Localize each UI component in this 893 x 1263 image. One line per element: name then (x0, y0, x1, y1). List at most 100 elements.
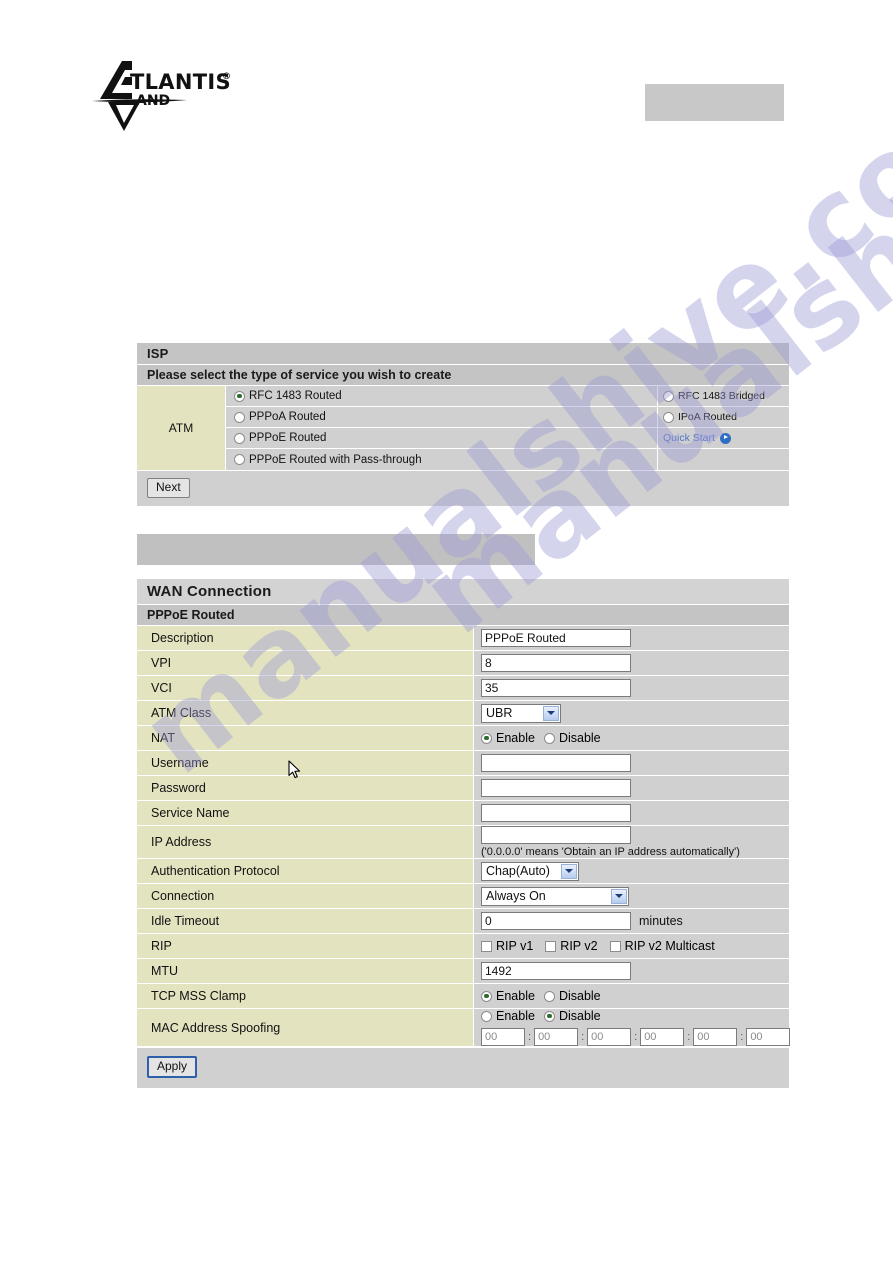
isp-panel-subtitle: Please select the type of service you wi… (137, 365, 789, 386)
svg-text:TLANTIS: TLANTIS (130, 70, 231, 94)
isp-panel: ISP Please select the type of service yo… (137, 343, 789, 506)
radio-tcp-mss-clamp-enable[interactable] (481, 990, 492, 1002)
value-nat: Enable Disable (474, 726, 789, 750)
wan-panel-footer: Apply (137, 1047, 789, 1088)
row-mtu: MTU 1492 (137, 959, 789, 984)
checkbox-rip-v2-multicast[interactable] (609, 940, 621, 952)
connection-select[interactable]: Always On (481, 886, 629, 906)
isp-option-rfc1483-routed[interactable]: RFC 1483 Routed (226, 386, 657, 407)
mac-octet-1[interactable]: 00 (481, 1028, 525, 1046)
mac-octet-fields: 00 : 00 : 00 : 00 : 00 : 00 (481, 1028, 791, 1046)
rip-v1-option[interactable]: RIP v1 (481, 939, 533, 953)
isp-option-pppoa-routed[interactable]: PPPoA Routed (226, 407, 657, 428)
atm-class-select[interactable]: UBR (481, 703, 561, 723)
label-idle-timeout: Idle Timeout (137, 909, 474, 933)
label-nat: NAT (137, 726, 474, 750)
isp-option-ipoa-routed[interactable]: IPoA Routed (658, 407, 789, 428)
vpi-input[interactable]: 8 (481, 654, 631, 672)
radio-mac-spoofing-disable[interactable] (543, 1010, 555, 1022)
quick-start-label: Quick Start (663, 432, 715, 444)
checkbox-rip-v2[interactable] (545, 940, 557, 952)
label-description: Description (137, 626, 474, 650)
nat-disable-option[interactable]: Disable (543, 731, 601, 745)
isp-options-columns: RFC 1483 Routed PPPoA Routed PPPoE Route… (226, 386, 789, 470)
row-password: Password (137, 776, 789, 801)
mac-octet-4[interactable]: 00 (640, 1028, 685, 1046)
quick-start-row[interactable]: Quick Start (658, 428, 789, 449)
isp-option-pppoe-routed[interactable]: PPPoE Routed (226, 428, 657, 449)
value-auth-protocol: Chap(Auto) (474, 859, 789, 883)
radio-ipoa-routed[interactable] (663, 411, 674, 423)
chevron-down-icon[interactable] (543, 705, 559, 721)
mac-spoofing-disable-option[interactable]: Disable (543, 1009, 601, 1023)
rip-v2-option[interactable]: RIP v2 (545, 939, 598, 953)
isp-option-label: PPPoE Routed (249, 432, 327, 444)
ip-address-input[interactable] (481, 826, 631, 844)
isp-options-body: ATM RFC 1483 Routed PPPoA Routed PPPoE R… (137, 386, 789, 470)
auth-protocol-select[interactable]: Chap(Auto) (481, 861, 579, 881)
radio-rfc1483-routed[interactable] (234, 390, 245, 402)
radio-pppoe-routed-passthrough[interactable] (234, 454, 245, 465)
idle-timeout-input[interactable]: 0 (481, 912, 631, 930)
apply-button[interactable]: Apply (147, 1056, 198, 1078)
mac-octet-2[interactable]: 00 (534, 1028, 579, 1046)
isp-option-pppoe-routed-passthrough[interactable]: PPPoE Routed with Pass-through (226, 449, 657, 470)
chevron-down-icon[interactable] (611, 888, 627, 904)
mac-separator: : (581, 1031, 585, 1043)
mac-octet-3[interactable]: 00 (587, 1028, 632, 1046)
row-username: Username (137, 751, 789, 776)
nat-radio-group: Enable Disable (481, 731, 610, 745)
connection-selected-value: Always On (486, 889, 546, 903)
mac-separator: : (740, 1031, 744, 1043)
service-name-input[interactable] (481, 804, 631, 822)
row-ip-address: IP Address ('0.0.0.0' means 'Obtain an I… (137, 826, 789, 859)
radio-pppoe-routed[interactable] (234, 432, 245, 444)
isp-option-label: PPPoE Routed with Pass-through (249, 453, 422, 466)
radio-tcp-mss-clamp-disable[interactable] (543, 990, 555, 1002)
username-input[interactable] (481, 754, 631, 772)
value-password (474, 776, 789, 800)
tcp-mss-clamp-enable-option[interactable]: Enable (481, 989, 535, 1003)
page-header: TLANTIS ® AND (0, 0, 893, 150)
rip-v2-multicast-option[interactable]: RIP v2 Multicast (609, 939, 715, 953)
radio-nat-enable[interactable] (481, 732, 492, 744)
isp-right-column-spacer (658, 449, 789, 470)
radio-nat-disable[interactable] (543, 732, 555, 744)
description-input[interactable]: PPPoE Routed (481, 629, 631, 647)
next-button[interactable]: Next (147, 478, 190, 498)
radio-mac-spoofing-enable[interactable] (481, 1010, 492, 1022)
nat-enable-option[interactable]: Enable (481, 731, 535, 745)
mac-octet-5[interactable]: 00 (693, 1028, 738, 1046)
mtu-input[interactable]: 1492 (481, 962, 631, 980)
value-mtu: 1492 (474, 959, 789, 983)
isp-group-label-atm: ATM (137, 386, 226, 470)
mac-spoofing-enable-label: Enable (496, 1009, 535, 1023)
mac-octet-6[interactable]: 00 (746, 1028, 791, 1046)
chevron-down-icon[interactable] (561, 863, 577, 879)
checkbox-rip-v1[interactable] (481, 940, 492, 952)
isp-options-right-column: RFC 1483 Bridged IPoA Routed Quick Start (658, 386, 789, 470)
vci-input[interactable]: 35 (481, 679, 631, 697)
label-vci: VCI (137, 676, 474, 700)
wan-panel-title: WAN Connection (137, 579, 789, 605)
row-nat: NAT Enable Disable (137, 726, 789, 751)
value-connection: Always On (474, 884, 789, 908)
tcp-mss-clamp-disable-option[interactable]: Disable (543, 989, 601, 1003)
mac-spoofing-enable-option[interactable]: Enable (481, 1009, 535, 1023)
radio-rfc1483-bridged[interactable] (663, 390, 674, 402)
label-mtu: MTU (137, 959, 474, 983)
row-vpi: VPI 8 (137, 651, 789, 676)
radio-pppoa-routed[interactable] (234, 411, 245, 423)
quick-start-link[interactable]: Quick Start (663, 432, 731, 444)
password-input[interactable] (481, 779, 631, 797)
label-username: Username (137, 751, 474, 775)
isp-option-rfc1483-bridged[interactable]: RFC 1483 Bridged (658, 386, 789, 407)
row-idle-timeout: Idle Timeout 0 minutes (137, 909, 789, 934)
isp-option-label: RFC 1483 Routed (249, 390, 342, 402)
row-connection: Connection Always On (137, 884, 789, 909)
idle-timeout-unit: minutes (639, 914, 683, 928)
header-placeholder-box (645, 84, 784, 121)
mac-separator: : (528, 1031, 532, 1043)
arrow-right-circle-icon (719, 432, 731, 444)
value-vpi: 8 (474, 651, 789, 675)
